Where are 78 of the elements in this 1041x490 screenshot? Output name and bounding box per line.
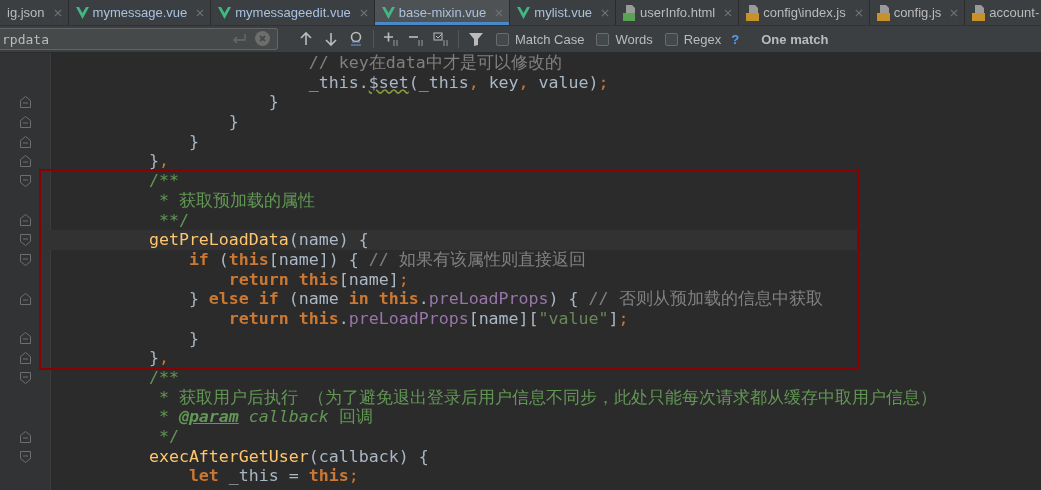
- file-tab[interactable]: ig.json: [0, 0, 69, 25]
- file-tab[interactable]: mymessageedit.vue: [211, 0, 375, 25]
- code-line: return this[name];: [228, 269, 409, 290]
- file-tab[interactable]: account-: [965, 0, 1041, 25]
- close-icon[interactable]: [724, 8, 733, 17]
- help-link[interactable]: ?: [731, 31, 740, 47]
- arrow-down-icon[interactable]: [323, 31, 339, 47]
- close-icon[interactable]: [53, 8, 62, 17]
- fold-icon[interactable]: [19, 352, 31, 365]
- js-file-icon: [876, 4, 890, 21]
- checkbox-label[interactable]: Regex: [683, 31, 722, 47]
- file-tab[interactable]: base-mixin.vue: [374, 0, 511, 25]
- fold-icon[interactable]: [19, 96, 31, 109]
- code-line: * 获取预加载的属性: [158, 190, 315, 211]
- fold-icon[interactable]: [19, 234, 31, 247]
- fold-icon[interactable]: [19, 214, 31, 227]
- code-line: }: [188, 328, 199, 349]
- select-all-occurrences-icon[interactable]: [433, 31, 449, 47]
- code-line: }: [188, 131, 199, 152]
- close-icon[interactable]: [950, 8, 959, 17]
- fold-icon[interactable]: [19, 174, 31, 187]
- code-line: } else if (name in this.preLoadProps) { // 否则从预加载的信息中获取: [188, 289, 823, 309]
- code-line: }: [268, 92, 279, 113]
- file-tab[interactable]: userInfo.html: [616, 0, 740, 25]
- checkbox[interactable]: [664, 32, 678, 46]
- close-icon[interactable]: [601, 8, 610, 17]
- fold-icon[interactable]: [19, 450, 31, 463]
- fold-icon[interactable]: [19, 155, 31, 168]
- vue-icon: [381, 6, 395, 19]
- vue-icon: [218, 6, 232, 19]
- code-line: * @param callback 回调: [158, 407, 373, 428]
- js-file-icon: [746, 4, 760, 21]
- vue-icon: [517, 6, 531, 19]
- code-line: },: [148, 151, 169, 172]
- checkbox-label[interactable]: Match Case: [515, 31, 585, 47]
- code-line: _this.$set(_this, key, value);: [308, 72, 609, 93]
- add-occurrence-icon[interactable]: [383, 31, 399, 47]
- code-line: * 获取用户后执行 （为了避免退出登录后用户信息不同步，此处只能每次请求都从缓存中取用户信息）: [158, 387, 937, 408]
- code-line: /**: [148, 368, 179, 388]
- code-line: if (this[name]) { // 如果有该属性则直接返回: [188, 249, 586, 270]
- vue-icon: [75, 6, 89, 19]
- checkbox[interactable]: [496, 32, 509, 46]
- code-line: getPreLoadData(name) {: [148, 230, 369, 250]
- fold-icon[interactable]: [19, 430, 31, 443]
- js-file-icon: [972, 4, 986, 21]
- match-count: One match: [761, 31, 829, 47]
- fold-icon[interactable]: [19, 332, 31, 345]
- fold-icon[interactable]: [19, 253, 31, 266]
- file-tab[interactable]: config.js: [869, 0, 966, 25]
- filter-icon[interactable]: [468, 31, 484, 47]
- code-line: // key在data中才是可以修改的: [308, 53, 562, 73]
- arrow-up-icon[interactable]: [298, 31, 314, 47]
- close-icon[interactable]: [359, 8, 368, 17]
- code-line: execAfterGetUser(callback) {: [148, 446, 429, 467]
- code-line: */: [158, 427, 179, 447]
- code-line: /**: [148, 171, 179, 191]
- clear-icon[interactable]: [255, 31, 270, 46]
- file-tab[interactable]: config\index.js: [739, 0, 870, 25]
- html-file-icon: [623, 4, 637, 21]
- fold-icon[interactable]: [19, 371, 31, 384]
- close-icon[interactable]: [495, 8, 504, 17]
- code-line: },: [148, 348, 169, 368]
- close-icon[interactable]: [196, 8, 205, 17]
- enter-icon: [232, 34, 246, 44]
- code-line: return this.preLoadProps[name]["value"];: [228, 308, 629, 329]
- find-in-word-icon[interactable]: [348, 31, 364, 47]
- code-line: **/: [158, 210, 189, 231]
- file-tab[interactable]: mylist.vue: [510, 0, 617, 25]
- fold-icon[interactable]: [19, 115, 31, 128]
- checkbox-label[interactable]: Words: [615, 31, 653, 47]
- fold-icon[interactable]: [19, 293, 31, 306]
- code-line: }: [228, 112, 239, 132]
- search-field[interactable]: rpdata: [0, 28, 278, 50]
- fold-icon[interactable]: [19, 135, 31, 148]
- file-tab[interactable]: mymessage.vue: [68, 0, 212, 25]
- close-icon[interactable]: [854, 8, 863, 17]
- checkbox[interactable]: [596, 32, 610, 46]
- code-line: let _this = this;: [188, 466, 359, 487]
